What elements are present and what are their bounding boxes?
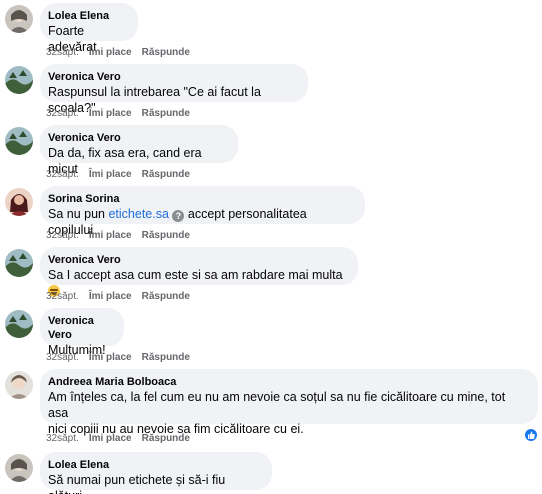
comment-author[interactable]: Veronica Vero	[48, 131, 226, 145]
comment-time[interactable]: 32săpt.	[46, 108, 79, 120]
comment-time[interactable]: 32săpt.	[46, 291, 79, 303]
like-button[interactable]: Îmi place	[89, 291, 132, 303]
comment-bubble: Veronica Vero Multumim!	[40, 308, 124, 357]
avatar[interactable]	[5, 66, 33, 94]
comment-bubble: Veronica Vero Da da, fix asa era, cand e…	[40, 125, 238, 176]
comment-author[interactable]: Lolea Elena	[48, 9, 126, 23]
comment-author[interactable]: Veronica Vero	[48, 70, 296, 84]
comment-time[interactable]: 32săpt.	[46, 169, 79, 181]
reply-button[interactable]: Răspunde	[142, 433, 190, 445]
comment-time[interactable]: 32săpt.	[46, 230, 79, 242]
like-button[interactable]: Îmi place	[89, 433, 132, 445]
avatar[interactable]	[5, 310, 33, 338]
reply-button[interactable]: Răspunde	[142, 352, 190, 364]
comment-text-line: Am înțeles ca, la fel cum eu nu am nevoi…	[48, 390, 506, 420]
comment-text: Să numai pun etichete și să-i fiu alătur…	[48, 473, 226, 494]
comment-author[interactable]: Veronica Vero	[48, 314, 112, 342]
avatar[interactable]	[5, 5, 33, 33]
like-button[interactable]: Îmi place	[89, 352, 132, 364]
reply-button[interactable]: Răspunde	[142, 47, 190, 59]
avatar[interactable]	[5, 371, 33, 399]
like-button[interactable]: Îmi place	[89, 230, 132, 242]
reply-button[interactable]: Răspunde	[142, 169, 190, 181]
comment-text-content: Sa I accept asa cum este si sa am rabdar…	[48, 268, 343, 282]
comment-actions: 32săpt. Îmi place Răspunde	[46, 169, 200, 181]
comment-bubble: Veronica Vero Raspunsul la intrebarea "C…	[40, 64, 308, 115]
hashtag-link[interactable]: etichete.sa	[108, 207, 168, 221]
comment-actions: 32săpt. Îmi place Răspunde	[46, 47, 200, 59]
comment-author[interactable]: Lolea Elena	[48, 458, 260, 472]
comment-actions: 32săpt. Îmi place Răspunde	[46, 230, 200, 242]
reply-button[interactable]: Răspunde	[142, 108, 190, 120]
comment-bubble: Sorina Sorina Sa nu pun etichete.sa ? ac…	[40, 186, 365, 237]
comment-bubble: Lolea Elena Să numai pun etichete și să-…	[40, 452, 272, 494]
comment-author[interactable]: Veronica Vero	[48, 253, 346, 267]
comment-bubble: Veronica Vero Sa I accept asa cum este s…	[40, 247, 358, 297]
comment-actions: 32săpt. Îmi place Răspunde	[46, 433, 200, 445]
comment-bubble: Lolea Elena Foarte adevărat	[40, 3, 138, 54]
like-button[interactable]: Îmi place	[89, 108, 132, 120]
like-button[interactable]: Îmi place	[89, 169, 132, 181]
like-button[interactable]: Îmi place	[89, 47, 132, 59]
comment-author[interactable]: Andreea Maria Bolboaca	[48, 375, 526, 389]
thumbs-up-icon[interactable]	[524, 428, 538, 442]
comment-bubble: Andreea Maria Bolboaca Am înțeles ca, la…	[40, 369, 538, 436]
reply-button[interactable]: Răspunde	[142, 230, 190, 242]
comment-time[interactable]: 32săpt.	[46, 433, 79, 445]
reply-button[interactable]: Răspunde	[142, 291, 190, 303]
comment-time[interactable]: 32săpt.	[46, 352, 79, 364]
comment-actions: 32săpt. Îmi place Răspunde	[46, 108, 200, 120]
avatar[interactable]	[5, 127, 33, 155]
comment-actions: 32săpt. Îmi place Răspunde	[46, 352, 200, 364]
avatar[interactable]	[5, 249, 33, 277]
avatar[interactable]	[5, 454, 33, 482]
comment-time[interactable]: 32săpt.	[46, 47, 79, 59]
question-icon: ?	[172, 210, 185, 222]
comment-author[interactable]: Sorina Sorina	[48, 192, 353, 206]
comment-text-start: Sa nu pun	[48, 207, 109, 221]
avatar[interactable]	[5, 188, 33, 216]
comment-actions: 32săpt. Îmi place Răspunde	[46, 291, 200, 303]
